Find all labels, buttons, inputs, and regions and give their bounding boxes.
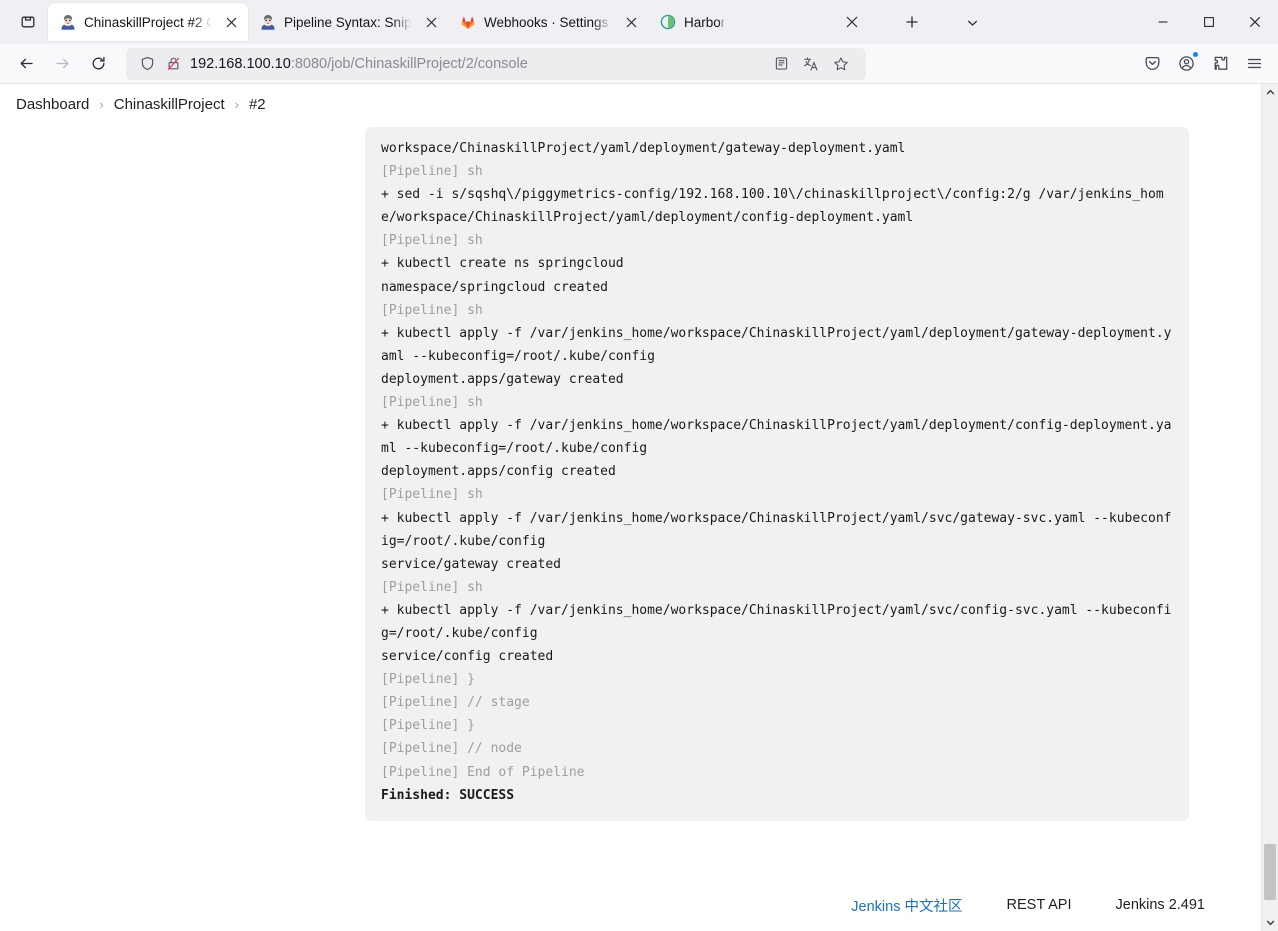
- new-tab-button[interactable]: [895, 5, 929, 39]
- console-output-section: workspace/ChinaskillProject/yaml/deploym…: [0, 127, 1261, 821]
- jenkins-page: Dashboard › ChinaskillProject › #2 works…: [0, 84, 1261, 931]
- tab-list-dropdown-icon[interactable]: [955, 5, 989, 39]
- browser-tab-webhooks-settings[interactable]: Webhooks · Settings · Admin: [448, 3, 648, 41]
- console-line: service/gateway created: [381, 553, 1175, 576]
- tab-close-button-harbor[interactable]: [835, 5, 869, 39]
- browser-toolbar-right: [1136, 48, 1270, 80]
- tab-close-button[interactable]: [420, 11, 442, 33]
- window-controls: [1140, 0, 1278, 44]
- console-line: + kubectl create ns springcloud: [381, 252, 1175, 275]
- browser-tab-chinaskillproject-console[interactable]: ChinaskillProject #2 Console: [48, 3, 248, 41]
- url-host: 192.168.100.10: [190, 56, 291, 72]
- console-line: Finished: SUCCESS: [381, 784, 1175, 807]
- breadcrumb-item-dashboard[interactable]: Dashboard: [16, 96, 89, 113]
- tab-title: Pipeline Syntax: Snippet Gen: [284, 15, 412, 30]
- page-viewport: Dashboard › ChinaskillProject › #2 works…: [0, 84, 1278, 931]
- console-line: + kubectl apply -f /var/jenkins_home/wor…: [381, 507, 1175, 553]
- breadcrumb-separator-icon: ›: [235, 97, 239, 112]
- breadcrumb: Dashboard › ChinaskillProject › #2: [0, 84, 1261, 124]
- console-line: [Pipeline] End of Pipeline: [381, 761, 1175, 784]
- window-maximize-button[interactable]: [1186, 0, 1232, 44]
- page-footer: Jenkins 中文社区 REST API Jenkins 2.491: [0, 895, 1261, 916]
- console-line: [Pipeline] sh: [381, 299, 1175, 322]
- breadcrumb-item-build-number[interactable]: #2: [249, 96, 266, 113]
- scrollbar-thumb[interactable]: [1264, 844, 1276, 900]
- console-line: [Pipeline] sh: [381, 483, 1175, 506]
- gitlab-icon: [460, 14, 476, 30]
- console-line: + kubectl apply -f /var/jenkins_home/wor…: [381, 414, 1175, 460]
- extensions-icon[interactable]: [1204, 48, 1236, 80]
- harbor-icon: [660, 14, 676, 30]
- footer-link-rest-api[interactable]: REST API: [1007, 897, 1072, 913]
- console-line: + sed -i s/sqshq\/piggymetrics-config/19…: [381, 183, 1175, 229]
- jenkins-butler-icon: [260, 14, 276, 30]
- tabstrip-actions: [739, 0, 989, 44]
- console-line: service/config created: [381, 645, 1175, 668]
- footer-link-community[interactable]: Jenkins 中文社区: [851, 895, 962, 916]
- forward-button[interactable]: [44, 48, 80, 80]
- scrollbar-track[interactable]: [1262, 101, 1278, 914]
- scroll-up-arrow-icon[interactable]: [1262, 84, 1278, 101]
- save-to-pocket-icon[interactable]: [1136, 48, 1168, 80]
- scroll-down-arrow-icon[interactable]: [1262, 914, 1278, 931]
- url-path: :8080/job/ChinaskillProject/2/console: [291, 56, 528, 72]
- console-line: [Pipeline] }: [381, 668, 1175, 691]
- tab-strip: ChinaskillProject #2 Console: [0, 0, 1278, 44]
- window-minimize-button[interactable]: [1140, 0, 1186, 44]
- tab-close-button[interactable]: [220, 11, 242, 33]
- list-all-tabs-button[interactable]: [8, 0, 48, 44]
- console-line: [Pipeline] sh: [381, 576, 1175, 599]
- back-button[interactable]: [8, 48, 44, 80]
- browser-tab-pipeline-syntax[interactable]: Pipeline Syntax: Snippet Gen: [248, 3, 448, 41]
- console-line: workspace/ChinaskillProject/yaml/deploym…: [381, 137, 1175, 160]
- tab-close-button[interactable]: [620, 11, 642, 33]
- tab-title: Harbor: [684, 15, 725, 30]
- tracking-protection-shield-icon[interactable]: [134, 51, 160, 77]
- translate-icon[interactable]: [796, 50, 826, 78]
- console-line: + kubectl apply -f /var/jenkins_home/wor…: [381, 322, 1175, 368]
- browser-tab-harbor[interactable]: Harbor: [648, 3, 737, 41]
- tab-title: Webhooks · Settings · Admin: [484, 15, 612, 30]
- browser-window: ChinaskillProject #2 Console: [0, 0, 1278, 931]
- console-line: namespace/springcloud created: [381, 276, 1175, 299]
- jenkins-butler-icon: [60, 14, 76, 30]
- breadcrumb-item-chinaskillproject[interactable]: ChinaskillProject: [114, 96, 225, 113]
- url-text: 192.168.100.10:8080/job/ChinaskillProjec…: [190, 56, 528, 72]
- app-menu-icon[interactable]: [1238, 48, 1270, 80]
- address-bar[interactable]: 192.168.100.10:8080/job/ChinaskillProjec…: [126, 48, 866, 80]
- reload-button[interactable]: [80, 48, 116, 80]
- footer-jenkins-version: Jenkins 2.491: [1116, 897, 1205, 913]
- console-output[interactable]: workspace/ChinaskillProject/yaml/deploym…: [365, 127, 1189, 821]
- console-line: deployment.apps/gateway created: [381, 368, 1175, 391]
- console-line: [Pipeline] }: [381, 714, 1175, 737]
- connection-not-secure-icon[interactable]: [160, 51, 186, 77]
- page-scrollbar[interactable]: [1261, 84, 1278, 931]
- window-close-button[interactable]: [1232, 0, 1278, 44]
- account-icon[interactable]: [1170, 48, 1202, 80]
- account-notification-badge: [1192, 51, 1199, 58]
- navigation-toolbar: 192.168.100.10:8080/job/ChinaskillProjec…: [0, 44, 1278, 84]
- console-line: [Pipeline] sh: [381, 160, 1175, 183]
- console-line: + kubectl apply -f /var/jenkins_home/wor…: [381, 599, 1175, 645]
- breadcrumb-separator-icon: ›: [99, 97, 103, 112]
- console-line: [Pipeline] sh: [381, 391, 1175, 414]
- urlbar-action-group: [764, 48, 858, 80]
- console-line: [Pipeline] // node: [381, 737, 1175, 760]
- tab-title: ChinaskillProject #2 Console: [84, 15, 212, 30]
- bookmark-star-icon[interactable]: [826, 50, 856, 78]
- reader-mode-icon[interactable]: [766, 50, 796, 78]
- console-line: [Pipeline] // stage: [381, 691, 1175, 714]
- console-line: deployment.apps/config created: [381, 460, 1175, 483]
- console-line: [Pipeline] sh: [381, 229, 1175, 252]
